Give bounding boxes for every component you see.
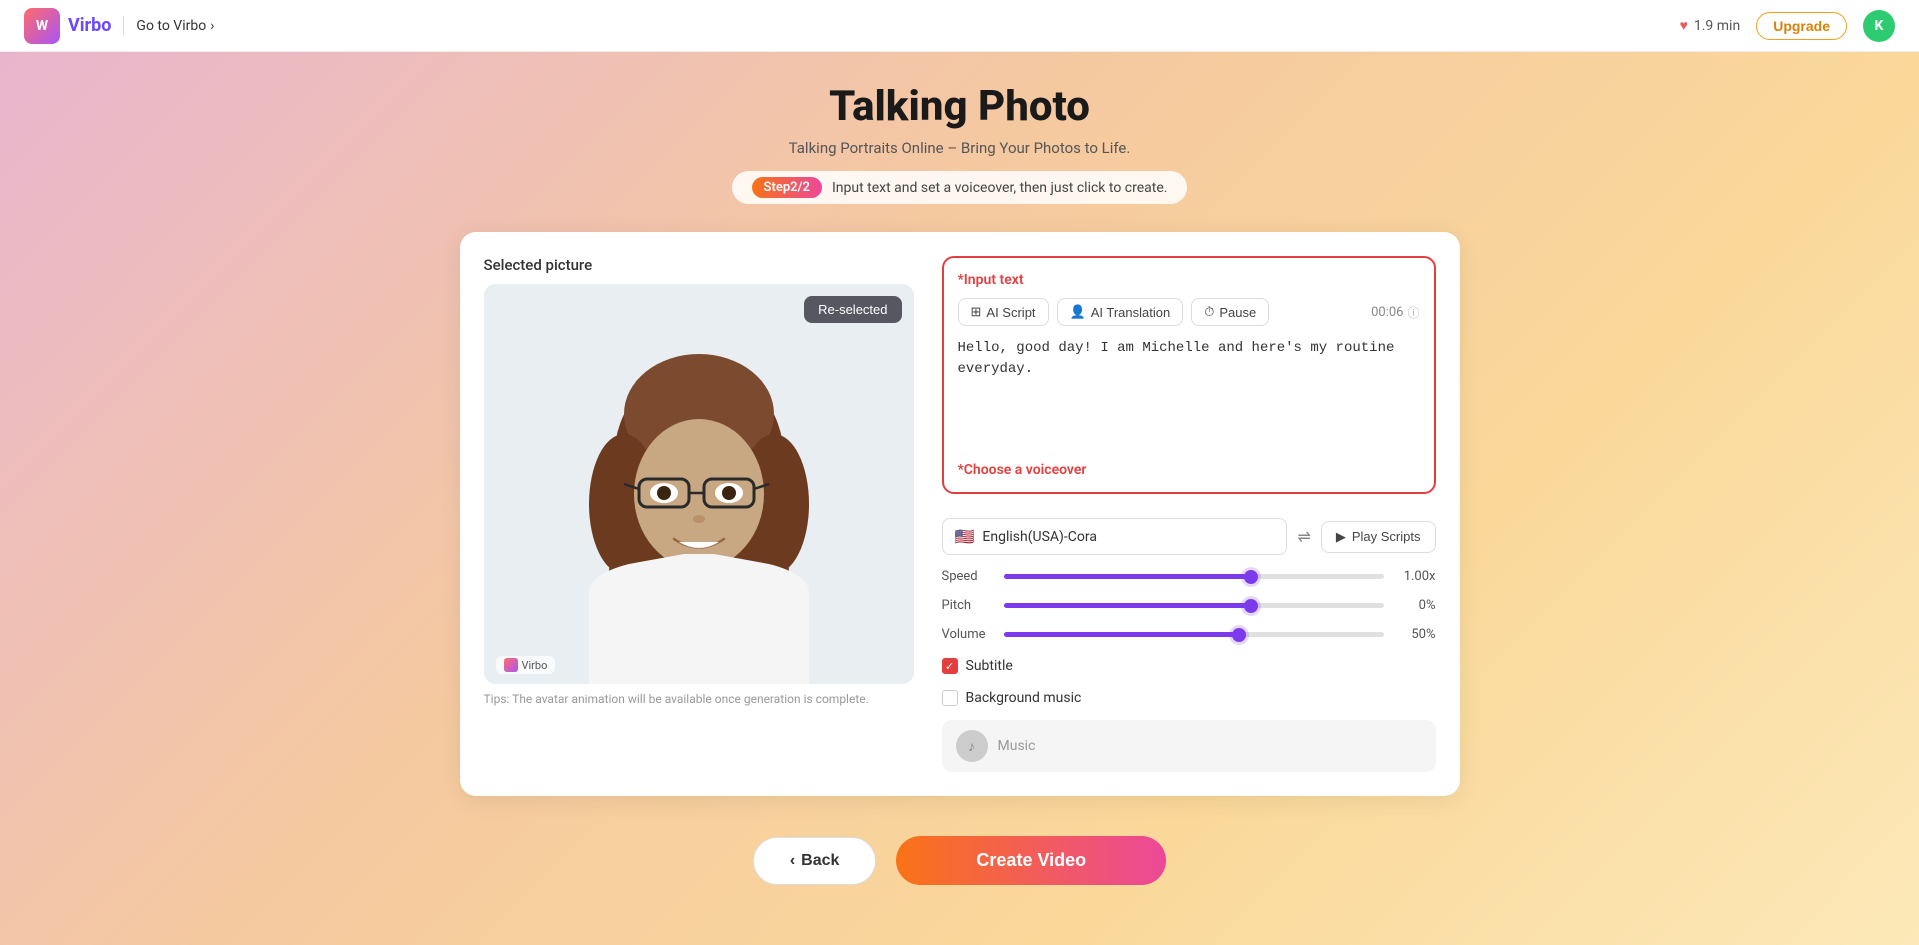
pause-icon: ⏱ (1204, 304, 1214, 320)
ai-translation-button[interactable]: 👤 AI Translation (1057, 298, 1184, 326)
left-panel: Selected picture (484, 256, 914, 772)
speed-thumb[interactable] (1244, 570, 1258, 584)
back-button[interactable]: ‹ Back (753, 837, 877, 885)
ai-translation-label: AI Translation (1091, 305, 1171, 320)
voice-name: English(USA)-Cora (982, 529, 1274, 545)
input-text-label: *Input text (958, 272, 1420, 288)
pitch-label: Pitch (942, 598, 992, 613)
volume-thumb[interactable] (1232, 628, 1246, 642)
subtitle-row: ✓ Subtitle (942, 658, 1436, 674)
divider (123, 16, 124, 36)
volume-fill (1004, 632, 1240, 637)
goto-virbo-link[interactable]: Go to Virbo › (136, 18, 214, 34)
create-video-button[interactable]: Create Video (896, 836, 1166, 885)
header-left: W Virbo Go to Virbo › (24, 8, 214, 44)
bottom-bar: ‹ Back Create Video (753, 836, 1166, 925)
voice-select-row: 🇺🇸 English(USA)-Cora ⇌ ▶ Play Scripts (942, 518, 1436, 555)
background-music-label: Background music (966, 690, 1082, 706)
toolbar-row: ⊞ AI Script 👤 AI Translation ⏱ Pause 00:… (958, 298, 1420, 326)
step-badge: Step2/2 (752, 177, 822, 198)
pitch-track[interactable] (1004, 603, 1384, 608)
time-info-icon: ⓘ (1407, 304, 1419, 321)
step-instruction: Input text and set a voiceover, then jus… (832, 180, 1168, 196)
pitch-value: 0% (1396, 598, 1436, 613)
voice-dropdown[interactable]: 🇺🇸 English(USA)-Cora (942, 518, 1288, 555)
right-panel: *Input text ⊞ AI Script 👤 AI Translation… (942, 256, 1436, 772)
timer-area: ♥ 1.9 min (1680, 17, 1741, 34)
voiceover-label: *Choose a voiceover (958, 462, 1420, 478)
virbo-watermark: Virbo (496, 656, 556, 674)
card-container: Selected picture (460, 232, 1460, 796)
subtitle-label: Subtitle (966, 658, 1013, 674)
ai-translation-icon: 👤 (1070, 304, 1086, 320)
speed-slider-row: Speed 1.00x (942, 569, 1436, 584)
step-bar: Step2/2 Input text and set a voiceover, … (732, 171, 1188, 204)
ai-script-icon: ⊞ (971, 304, 982, 320)
input-text-section: *Input text ⊞ AI Script 👤 AI Translation… (942, 256, 1436, 494)
ai-script-label: AI Script (986, 305, 1035, 320)
logo-text: Virbo (68, 15, 111, 36)
flag-icon: 🇺🇸 (955, 527, 975, 546)
header-right: ♥ 1.9 min Upgrade K (1680, 10, 1895, 42)
photo-tips: Tips: The avatar animation will be avail… (484, 692, 914, 706)
play-scripts-button[interactable]: ▶ Play Scripts (1321, 521, 1436, 553)
pitch-slider-row: Pitch 0% (942, 598, 1436, 613)
watermark-text: Virbo (522, 659, 548, 672)
music-label: Music (998, 738, 1036, 754)
selected-picture-label: Selected picture (484, 256, 914, 274)
time-value: 00:06 (1371, 305, 1403, 320)
page-subtitle: Talking Portraits Online – Bring Your Ph… (789, 139, 1131, 157)
photo-frame: Re-selected Virbo (484, 284, 914, 684)
upgrade-button[interactable]: Upgrade (1756, 12, 1847, 40)
filter-icon[interactable]: ⇌ (1297, 527, 1310, 546)
volume-value: 50% (1396, 627, 1436, 642)
background-music-checkbox[interactable] (942, 690, 958, 706)
watermark-icon (504, 658, 518, 672)
time-display: 00:06 ⓘ (1371, 304, 1419, 321)
music-row: ♪ Music (942, 720, 1436, 772)
ai-script-button[interactable]: ⊞ AI Script (958, 298, 1049, 326)
logo-icon: W (24, 8, 60, 44)
back-arrow: ‹ (790, 852, 795, 870)
pitch-thumb[interactable] (1244, 599, 1258, 613)
background-music-row: Background music (942, 690, 1436, 706)
avatar: K (1863, 10, 1895, 42)
speed-fill (1004, 574, 1251, 579)
speed-track[interactable] (1004, 574, 1384, 579)
text-input[interactable] (958, 338, 1420, 448)
voiceover-section: 🇺🇸 English(USA)-Cora ⇌ ▶ Play Scripts Sp… (942, 508, 1436, 772)
page-title: Talking Photo (829, 82, 1090, 131)
music-icon: ♪ (956, 730, 988, 762)
main-content: Talking Photo Talking Portraits Online –… (0, 52, 1919, 945)
reselected-button[interactable]: Re-selected (804, 296, 901, 323)
play-scripts-label: Play Scripts (1352, 529, 1421, 544)
subtitle-checkbox[interactable]: ✓ (942, 658, 958, 674)
back-label: Back (801, 852, 839, 870)
speed-label: Speed (942, 569, 992, 584)
pause-label: Pause (1219, 305, 1256, 320)
pitch-fill (1004, 603, 1251, 608)
volume-slider-row: Volume 50% (942, 627, 1436, 642)
pause-button[interactable]: ⏱ Pause (1191, 298, 1269, 326)
timer-value: 1.9 min (1694, 18, 1740, 34)
volume-track[interactable] (1004, 632, 1384, 637)
logo-area: W Virbo (24, 8, 111, 44)
header: W Virbo Go to Virbo › ♥ 1.9 min Upgrade … (0, 0, 1919, 52)
heart-icon: ♥ (1680, 17, 1688, 34)
photo-svg (484, 284, 914, 684)
speed-value: 1.00x (1396, 569, 1436, 584)
volume-label: Volume (942, 627, 992, 642)
play-icon: ▶ (1336, 529, 1346, 545)
